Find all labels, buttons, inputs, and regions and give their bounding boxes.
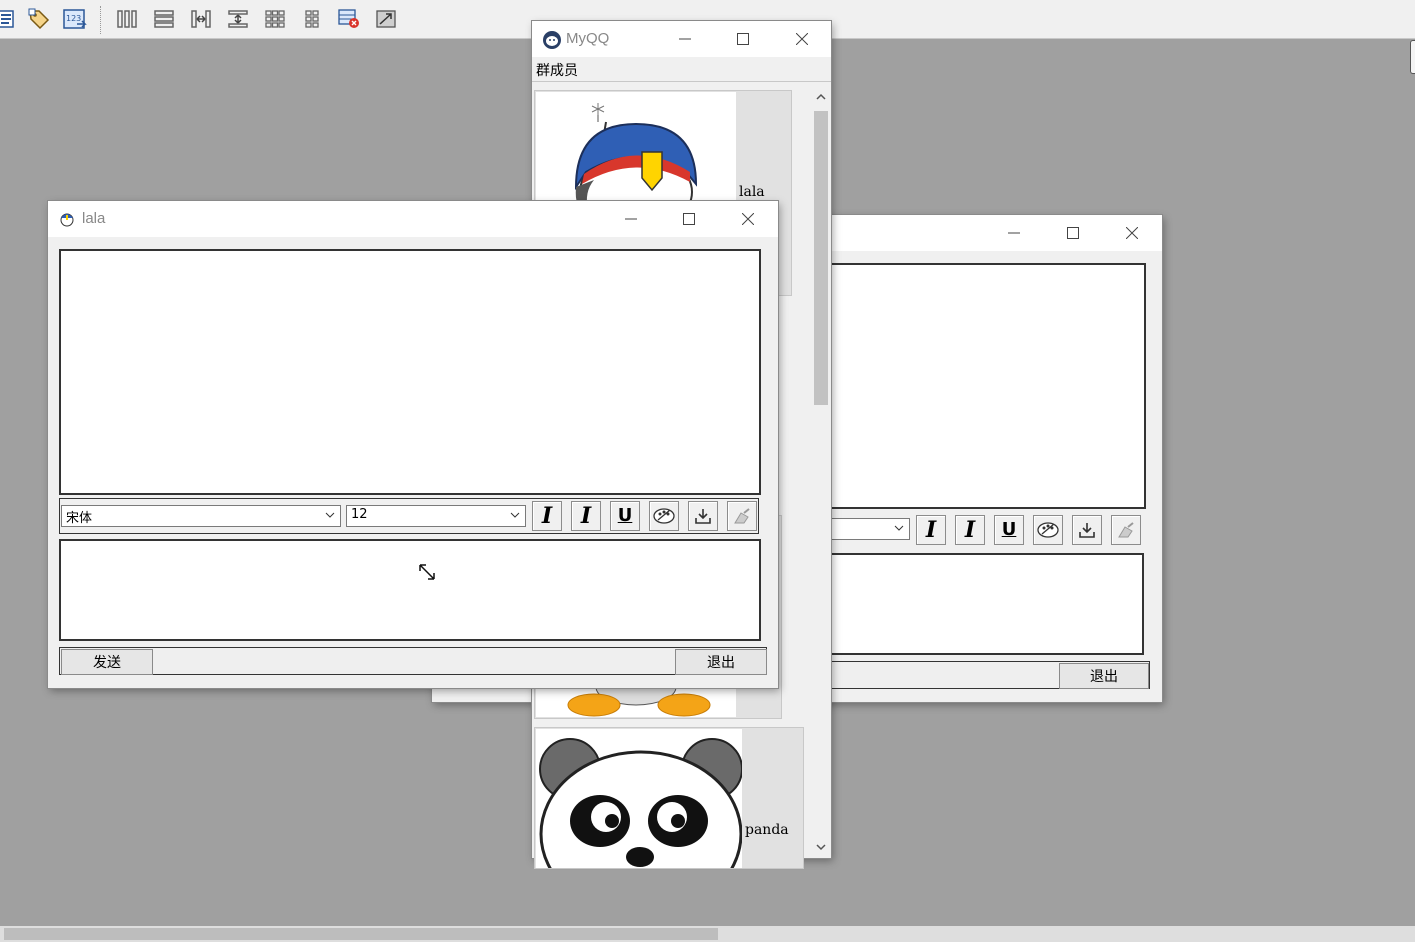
panda-avatar <box>536 729 742 868</box>
scroll-thumb[interactable] <box>814 111 828 405</box>
underline-button[interactable]: U <box>610 501 640 531</box>
font-family-select[interactable]: 宋体 <box>61 505 341 527</box>
qq-logo-icon <box>542 30 561 49</box>
grid-icon[interactable] <box>262 6 288 32</box>
titlebar: lala <box>48 201 778 237</box>
italic-button[interactable]: I <box>532 501 562 531</box>
italic-alt-button[interactable]: I <box>955 515 985 545</box>
resize-cursor-icon <box>419 564 435 580</box>
list-item[interactable]: panda <box>534 727 804 869</box>
window-edge-handle <box>1410 40 1415 74</box>
image-icon[interactable] <box>373 6 399 32</box>
message-history[interactable] <box>830 263 1146 509</box>
table-settings-icon[interactable] <box>336 6 362 32</box>
scroll-thumb[interactable] <box>4 928 718 940</box>
action-bar: 发送 退出 <box>59 647 767 675</box>
numbering-icon[interactable]: 123 <box>62 6 88 32</box>
action-bar: 退出 <box>830 661 1150 689</box>
tag-icon[interactable] <box>26 6 52 32</box>
grid-small-icon[interactable] <box>299 6 325 32</box>
message-input[interactable] <box>59 539 761 641</box>
italic-alt-button[interactable]: I <box>571 501 601 531</box>
underline-button[interactable]: U <box>994 515 1024 545</box>
clear-brush-icon[interactable] <box>1111 515 1141 545</box>
distribute-horizontal-icon[interactable] <box>188 6 214 32</box>
font-family-value: 宋体 <box>66 511 93 526</box>
vertical-scrollbar[interactable] <box>812 89 830 858</box>
titlebar: MyQQ <box>532 21 831 57</box>
font-size-select[interactable] <box>830 518 910 540</box>
minimize-icon[interactable] <box>985 215 1043 251</box>
download-icon[interactable] <box>688 501 718 531</box>
distribute-vertical-icon[interactable] <box>225 6 251 32</box>
exit-button[interactable]: 退出 <box>1059 663 1149 689</box>
window-title: MyQQ <box>566 30 610 47</box>
svg-text:123: 123 <box>66 14 81 23</box>
menu-group-members[interactable]: 群成员 <box>536 60 578 80</box>
rows-icon[interactable] <box>151 6 177 32</box>
minimize-icon[interactable] <box>602 201 660 237</box>
message-input[interactable] <box>830 553 1144 655</box>
member-name: lala <box>739 184 765 200</box>
clear-brush-icon[interactable] <box>727 501 757 531</box>
palette-icon[interactable] <box>1033 515 1063 545</box>
chat-window-lala: lala 宋体 12 I I U 发送 退出 <box>48 201 778 688</box>
italic-button[interactable]: I <box>916 515 946 545</box>
minimize-icon[interactable] <box>656 21 714 57</box>
properties-icon[interactable] <box>0 6 20 32</box>
format-toolbar: 宋体 12 I I U <box>59 498 759 534</box>
member-name: panda <box>745 822 789 838</box>
user-avatar-icon <box>58 210 76 228</box>
message-history[interactable] <box>59 249 761 495</box>
scroll-up-icon[interactable] <box>815 91 827 107</box>
maximize-icon[interactable] <box>714 21 772 57</box>
palette-icon[interactable] <box>649 501 679 531</box>
close-icon[interactable] <box>719 201 777 237</box>
scroll-down-icon[interactable] <box>815 841 827 857</box>
window-title: lala <box>82 210 106 227</box>
maximize-icon[interactable] <box>660 201 718 237</box>
font-size-value: 12 <box>351 507 368 522</box>
close-icon[interactable] <box>773 21 831 57</box>
download-icon[interactable] <box>1072 515 1102 545</box>
menu-bar: 群成员 <box>532 57 831 82</box>
close-icon[interactable] <box>1103 215 1161 251</box>
send-button[interactable]: 发送 <box>61 649 153 675</box>
columns-icon[interactable] <box>114 6 140 32</box>
format-toolbar: I I U <box>830 512 1144 548</box>
toolbar-separator <box>100 6 102 34</box>
maximize-icon[interactable] <box>1044 215 1102 251</box>
exit-button[interactable]: 退出 <box>675 649 767 675</box>
horizontal-scrollbar[interactable] <box>0 926 1415 942</box>
font-size-select[interactable]: 12 <box>346 505 526 527</box>
